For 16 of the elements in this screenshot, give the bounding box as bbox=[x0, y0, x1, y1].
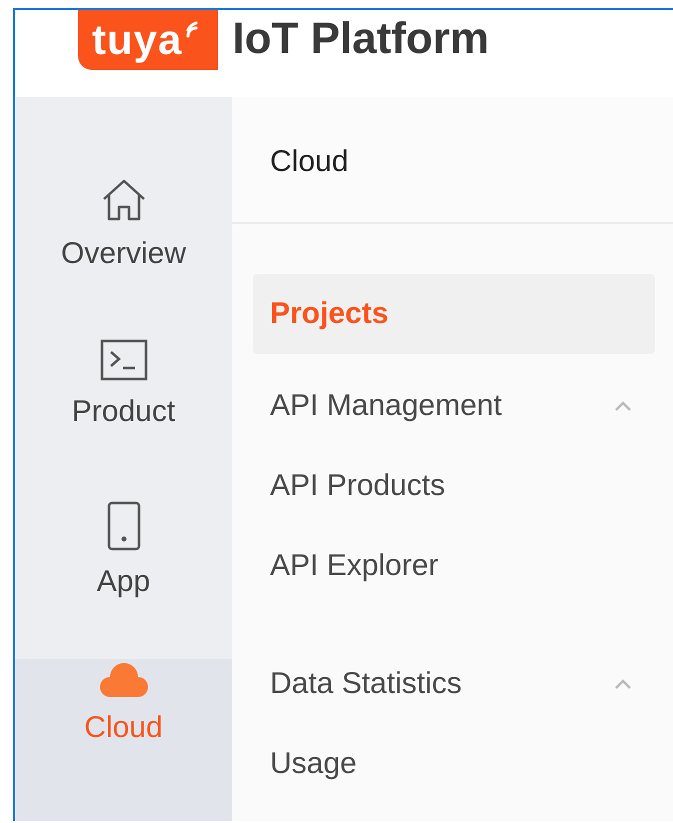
nav-item[interactable]: Product bbox=[15, 335, 232, 497]
platform-title: IoT Platform bbox=[232, 13, 490, 65]
nav-item[interactable]: App bbox=[15, 497, 232, 659]
chevron-up-icon[interactable] bbox=[613, 678, 633, 690]
menu-item[interactable]: API Products bbox=[253, 446, 655, 526]
logo: tuya bbox=[78, 10, 218, 70]
menu-group-title: Data Statistics bbox=[270, 667, 462, 701]
nav-item[interactable]: Overview bbox=[15, 173, 232, 335]
menu-item[interactable]: Usage bbox=[253, 724, 655, 804]
panel-title: Cloud bbox=[270, 145, 348, 178]
chevron-up-icon[interactable] bbox=[613, 400, 633, 412]
menu-item[interactable]: API Explorer bbox=[253, 526, 655, 606]
cloud-icon bbox=[98, 663, 150, 697]
terminal-icon bbox=[100, 339, 148, 381]
menu-group-title: API Management bbox=[270, 389, 502, 423]
phone-icon bbox=[106, 501, 140, 551]
